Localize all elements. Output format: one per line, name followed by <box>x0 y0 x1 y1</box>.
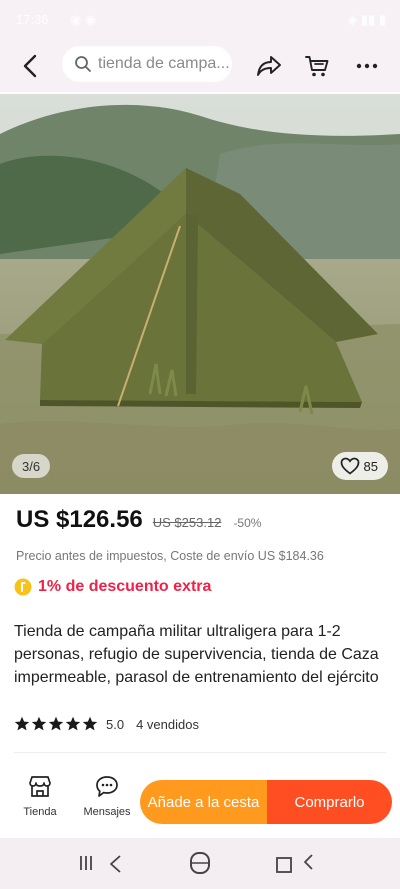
share-icon <box>257 56 281 76</box>
product-title: Tienda de campaña militar ultraligera pa… <box>14 623 379 686</box>
star-icon <box>82 716 98 731</box>
more-options-button[interactable] <box>350 50 384 82</box>
image-counter: 3/6 <box>12 454 51 478</box>
coin-icon <box>14 578 32 596</box>
coupon-text: 1% de descuento extra <box>38 578 212 595</box>
star-rating <box>14 716 98 732</box>
back-icon <box>23 54 37 78</box>
rating-value: 5.0 <box>106 716 125 732</box>
coupon-banner[interactable]: 1% de descuento extra <box>14 578 211 596</box>
current-price: US $126.56 <box>16 506 143 533</box>
status-system-icons: ◈ ▮▮ ▮ <box>347 12 386 27</box>
store-label: Tienda <box>23 806 57 818</box>
share-button[interactable] <box>252 50 286 82</box>
search-placeholder: tienda de campa... <box>98 55 230 72</box>
rating-row[interactable]: 5.0 4 vendidos <box>14 716 199 732</box>
cart-button[interactable] <box>300 50 334 82</box>
home-icon <box>190 852 210 874</box>
sold-count: 4 vendidos <box>136 716 199 732</box>
messages-button[interactable]: Mensajes <box>82 774 132 818</box>
messages-label: Mensajes <box>83 806 131 818</box>
recents-icon <box>80 855 121 873</box>
likes-count: 85 <box>363 458 378 474</box>
price-row: US $126.56 US $253.12 -50% <box>16 506 261 534</box>
original-price: US $253.12 <box>152 515 222 530</box>
bottom-action-bar: Tienda Mensajes Añade a la cesta Comprar… <box>0 764 400 836</box>
recents-button[interactable] <box>78 850 124 878</box>
star-icon <box>48 716 64 731</box>
cart-icon <box>305 56 329 77</box>
heart-icon <box>340 457 359 475</box>
add-to-cart-button[interactable]: Añade a la cesta <box>140 780 267 824</box>
back-nav-icon <box>276 854 313 873</box>
buy-now-button[interactable]: Comprarlo <box>267 780 392 824</box>
status-time: 17:36 <box>16 12 49 27</box>
star-icon <box>14 716 30 731</box>
discount-percent: -50% <box>233 516 262 530</box>
back-button[interactable] <box>14 50 48 82</box>
wishlist-button[interactable]: 85 <box>331 452 388 480</box>
home-button[interactable] <box>188 850 212 876</box>
search-icon <box>75 56 91 72</box>
system-nav-bar <box>0 838 400 889</box>
store-icon <box>29 776 51 797</box>
star-icon <box>65 716 81 731</box>
search-input[interactable]: tienda de campa... <box>62 46 232 82</box>
tent-photo <box>0 94 400 494</box>
star-icon <box>31 716 47 731</box>
tax-shipping-note: Precio antes de impuestos, Coste de enví… <box>16 549 324 563</box>
status-bar: 17:36 ◉ ◉ ◈ ▮▮ ▮ <box>0 0 400 40</box>
back-nav-button[interactable] <box>272 850 318 878</box>
top-bar: tienda de campa... <box>0 40 400 92</box>
more-icon <box>356 63 378 69</box>
divider <box>14 752 386 753</box>
status-notification-icons: ◉ ◉ <box>70 12 97 27</box>
store-button[interactable]: Tienda <box>15 774 65 818</box>
chat-icon <box>96 776 118 797</box>
cta-group: Añade a la cesta Comprarlo <box>140 780 392 824</box>
product-image[interactable]: 3/6 85 <box>0 94 400 494</box>
